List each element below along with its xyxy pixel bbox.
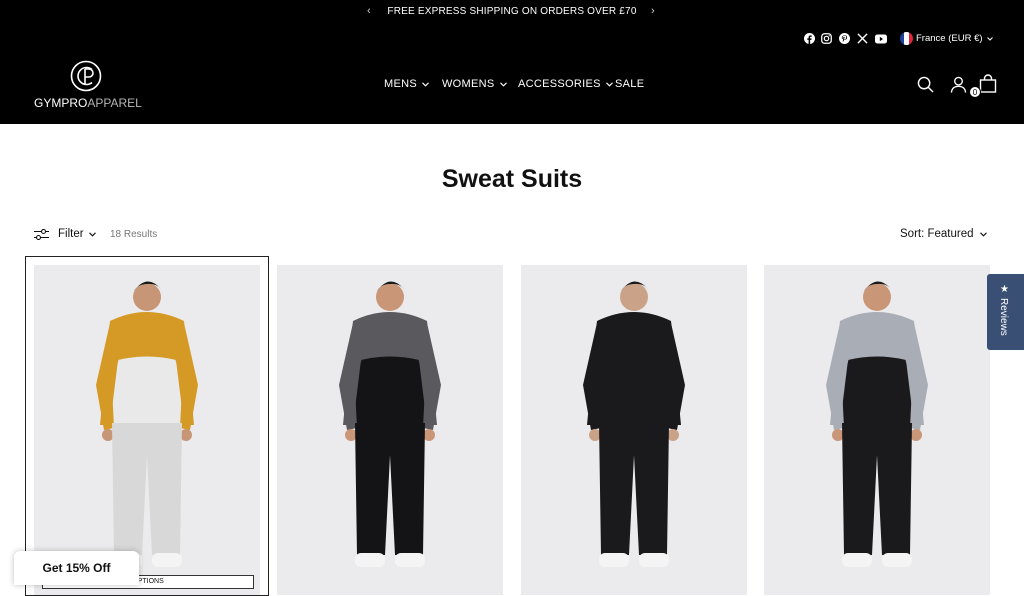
facebook-icon[interactable] (804, 33, 815, 44)
pinterest-icon[interactable] (839, 33, 850, 44)
product-card[interactable] (521, 265, 747, 595)
nav-sale-label: SALE (615, 78, 645, 90)
locale-selector[interactable]: France (EUR €) (900, 32, 993, 45)
nav-womens-label: WOMENS (442, 78, 495, 90)
cart-bag-icon[interactable] (979, 74, 997, 93)
reviews-tab-label: Reviews (998, 298, 1009, 336)
filter-sliders-icon (34, 228, 49, 240)
announcement-bar: ‹ FREE EXPRESS SHIPPING ON ORDERS OVER £… (0, 0, 1024, 24)
search-icon[interactable] (917, 76, 934, 93)
nav-accessories-label: ACCESSORIES (518, 78, 601, 90)
sort-dropdown[interactable]: Sort: Featured (900, 228, 987, 240)
announcement-text: FREE EXPRESS SHIPPING ON ORDERS OVER £70 (387, 6, 637, 17)
product-image (277, 265, 503, 595)
product-card[interactable] (34, 265, 260, 595)
logo-wordmark: GYMPROAPPAREL (34, 96, 142, 110)
chevron-down-icon (605, 81, 613, 87)
product-card[interactable] (277, 265, 503, 595)
locale-label: France (EUR €) (916, 33, 983, 44)
nav-mens[interactable]: MENS (384, 78, 429, 90)
filter-button[interactable]: Filter (34, 228, 96, 240)
account-icon[interactable] (950, 76, 967, 93)
chevron-down-icon (499, 81, 507, 87)
product-card[interactable] (764, 265, 990, 595)
announcement-next-button[interactable]: › (651, 5, 655, 17)
chevron-down-icon (88, 231, 96, 237)
nav-mens-label: MENS (384, 78, 417, 90)
chevron-down-icon (979, 231, 987, 237)
nav-womens[interactable]: WOMENS (442, 78, 507, 90)
instagram-icon[interactable] (821, 33, 832, 44)
product-image (521, 265, 747, 595)
cart-count-badge: 0 (969, 86, 981, 98)
brand-bold: GYMPRO (34, 96, 88, 110)
product-image (764, 265, 990, 595)
filter-label: Filter (58, 228, 84, 240)
nav-accessories[interactable]: ACCESSORIES (518, 78, 613, 90)
product-image (34, 265, 260, 595)
site-header: ‹ FREE EXPRESS SHIPPING ON ORDERS OVER £… (0, 0, 1024, 124)
discount-popup-button[interactable]: Get 15% Off (14, 551, 139, 585)
brand-light: APPAREL (87, 96, 142, 110)
results-count: 18 Results (110, 229, 158, 240)
chevron-down-icon (422, 81, 429, 87)
page-title: Sweat Suits (441, 165, 583, 193)
reviews-tab[interactable]: ★ Reviews (987, 274, 1024, 350)
youtube-icon[interactable] (875, 34, 887, 44)
france-flag-icon (900, 32, 913, 45)
chevron-down-icon (986, 36, 993, 41)
site-logo[interactable]: GYMPROAPPAREL (34, 58, 142, 112)
logo-mark-icon (70, 60, 102, 92)
star-icon: ★ (1000, 284, 1009, 295)
x-icon[interactable] (857, 33, 868, 44)
nav-sale[interactable]: SALE (615, 78, 644, 90)
sort-label: Sort: Featured (900, 228, 974, 240)
